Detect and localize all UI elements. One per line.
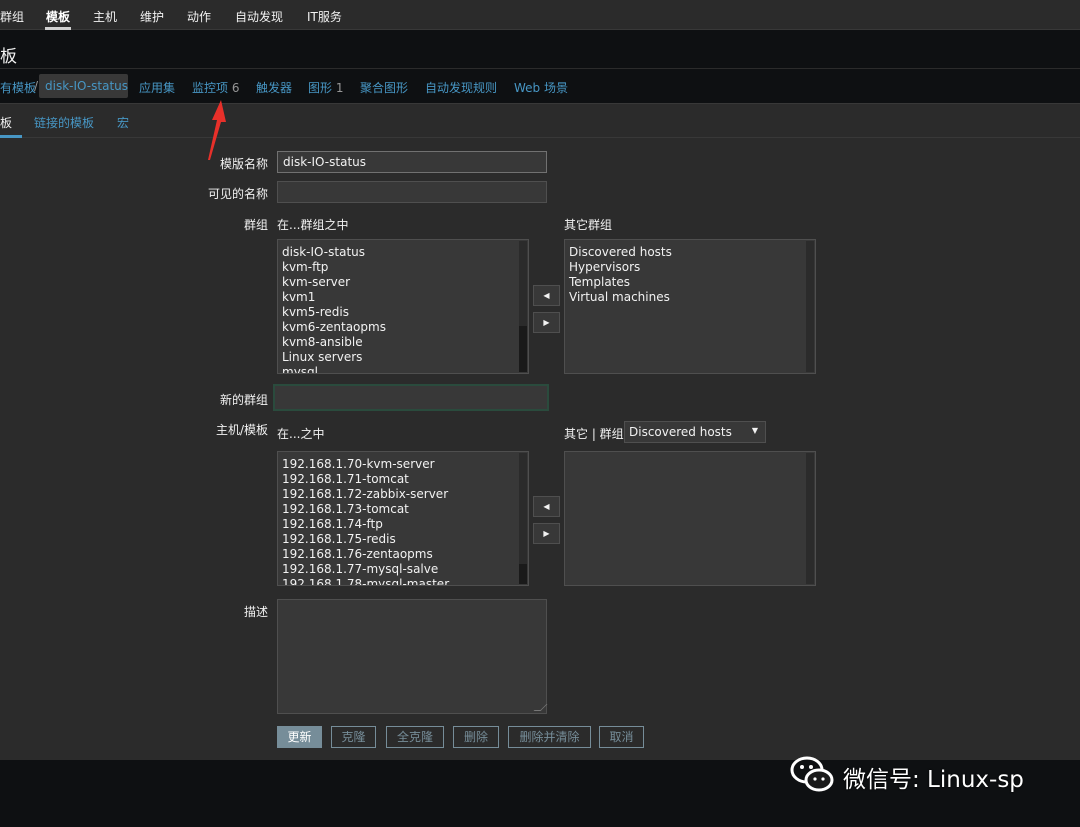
breadcrumb-current-template[interactable]: disk-IO-status: [39, 74, 128, 98]
list-item[interactable]: kvm-server: [282, 275, 350, 289]
description-textarea[interactable]: [277, 599, 548, 714]
items-count: 6: [231, 81, 240, 95]
link-applications[interactable]: 应用集: [139, 79, 175, 96]
add-group-button[interactable]: ◀: [533, 285, 560, 306]
list-item[interactable]: disk-IO-status: [282, 245, 365, 259]
remove-host-button[interactable]: ▶: [533, 523, 560, 544]
list-item[interactable]: Virtual machines: [569, 290, 670, 304]
template-name-input[interactable]: [277, 151, 547, 173]
remove-group-button[interactable]: ▶: [533, 312, 560, 333]
groups-label: 群组: [243, 218, 268, 232]
delete-button[interactable]: 删除: [453, 726, 499, 748]
scrollbar-thumb[interactable]: [519, 326, 527, 372]
resize-grip-icon[interactable]: [533, 704, 548, 711]
list-item[interactable]: Linux servers: [282, 350, 362, 364]
in-groups-label: 在...群组之中: [277, 218, 349, 232]
clone-button[interactable]: 克隆: [331, 726, 376, 748]
list-item[interactable]: 192.168.1.73-tomcat: [282, 502, 409, 516]
list-item[interactable]: kvm5-redis: [282, 305, 349, 319]
list-item[interactable]: 192.168.1.70-kvm-server: [282, 457, 435, 471]
select-value: Discovered hosts: [629, 425, 732, 439]
cancel-button[interactable]: 取消: [599, 726, 644, 748]
wechat-logo-icon: [790, 756, 834, 792]
wechat-watermark: 微信号: Linux-sp: [788, 752, 1068, 796]
scrollbar[interactable]: [806, 241, 814, 372]
other-hosts-label: 其它 | 群组: [564, 427, 624, 441]
graphs-count: 1: [335, 81, 344, 95]
add-host-button[interactable]: ◀: [533, 496, 560, 517]
annotation-arrow-icon: [208, 100, 226, 160]
visible-name-input[interactable]: [277, 181, 547, 203]
tab-linked-templates[interactable]: 链接的模板: [34, 114, 94, 131]
new-group-input[interactable]: [273, 384, 549, 411]
scrollbar[interactable]: [806, 453, 814, 584]
link-graphs[interactable]: 图形 1: [308, 79, 343, 96]
list-item[interactable]: 192.168.1.74-ftp: [282, 517, 383, 531]
menu-templates[interactable]: 模板: [46, 8, 70, 25]
link-triggers[interactable]: 触发器: [256, 79, 292, 96]
menu-groups[interactable]: 群组: [0, 8, 24, 25]
tab-template[interactable]: 板: [0, 114, 12, 131]
in-hosts-list[interactable]: 192.168.1.70-kvm-server 192.168.1.71-tom…: [277, 451, 529, 586]
list-item[interactable]: kvm1: [282, 290, 315, 304]
menu-maintenance[interactable]: 维护: [140, 8, 164, 25]
link-web-scenarios[interactable]: Web 场景: [514, 79, 568, 96]
form-tabs: 板 链接的模板 宏: [0, 104, 1080, 138]
watermark-text: 微信号: Linux-sp: [843, 767, 1024, 793]
list-item[interactable]: 192.168.1.77-mysql-salve: [282, 562, 438, 576]
list-item[interactable]: kvm8-ansible: [282, 335, 363, 349]
page-title: 板: [0, 47, 17, 67]
list-item[interactable]: 192.168.1.75-redis: [282, 532, 396, 546]
scrollbar-thumb[interactable]: [519, 564, 527, 584]
list-item[interactable]: 192.168.1.78-mysql-master: [282, 577, 449, 585]
hosts-templates-label: 主机/模板: [215, 423, 268, 437]
list-item[interactable]: mysql: [282, 365, 318, 373]
active-tab-indicator: [0, 135, 22, 138]
link-discovery-rules[interactable]: 自动发现规则: [425, 79, 497, 96]
description-label: 描述: [243, 605, 268, 619]
other-hosts-group-select[interactable]: Discovered hosts ▼: [624, 421, 766, 443]
list-item[interactable]: Discovered hosts: [569, 245, 672, 259]
in-hosts-label: 在...之中: [277, 427, 325, 441]
list-item[interactable]: Hypervisors: [569, 260, 640, 274]
other-groups-list[interactable]: Discovered hosts Hypervisors Templates V…: [564, 239, 816, 374]
new-group-label: 新的群组: [219, 393, 268, 407]
menu-it-services[interactable]: IT服务: [307, 8, 342, 25]
in-groups-list[interactable]: disk-IO-status kvm-ftp kvm-server kvm1 k…: [277, 239, 529, 374]
breadcrumb-all-templates[interactable]: 有模板: [0, 79, 36, 96]
list-item[interactable]: kvm-ftp: [282, 260, 328, 274]
list-item[interactable]: kvm6-zentaopms: [282, 320, 386, 334]
top-menu: 群组 模板 主机 维护 动作 自动发现 IT服务: [0, 0, 1080, 30]
tab-macros[interactable]: 宏: [117, 114, 129, 131]
breadcrumb: 有模板 / disk-IO-status 应用集 监控项 6 触发器 图形 1 …: [0, 69, 1080, 104]
list-item[interactable]: 192.168.1.76-zentaopms: [282, 547, 433, 561]
list-item[interactable]: 192.168.1.72-zabbix-server: [282, 487, 448, 501]
menu-actions[interactable]: 动作: [187, 8, 211, 25]
link-screens[interactable]: 聚合图形: [360, 79, 408, 96]
other-hosts-list[interactable]: [564, 451, 816, 586]
list-item[interactable]: Templates: [569, 275, 630, 289]
visible-name-label: 可见的名称: [207, 187, 268, 201]
page-header: 板: [0, 30, 1080, 68]
full-clone-button[interactable]: 全克隆: [386, 726, 444, 748]
breadcrumb-separator: /: [34, 79, 39, 93]
delete-and-clear-button[interactable]: 删除并清除: [508, 726, 591, 748]
menu-discovery[interactable]: 自动发现: [235, 8, 283, 25]
list-item[interactable]: 192.168.1.71-tomcat: [282, 472, 409, 486]
chevron-down-icon: ▼: [751, 426, 758, 435]
other-groups-label: 其它群组: [564, 218, 613, 232]
update-button[interactable]: 更新: [277, 726, 322, 748]
menu-hosts[interactable]: 主机: [93, 8, 117, 25]
link-items[interactable]: 监控项 6: [192, 79, 239, 96]
